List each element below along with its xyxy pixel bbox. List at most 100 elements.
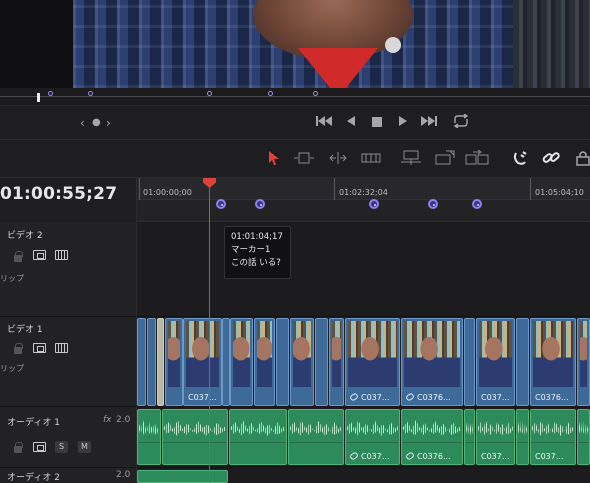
replace-clip-icon[interactable] — [465, 149, 489, 166]
channel-label: 2.0 — [116, 470, 131, 480]
overwrite-clip-icon[interactable] — [434, 150, 456, 166]
video-clip[interactable] — [577, 318, 590, 406]
play-reverse-icon[interactable] — [346, 115, 356, 130]
audio-clip[interactable]: C0376... — [401, 409, 463, 465]
jog-playhead[interactable] — [37, 93, 40, 102]
track-name[interactable]: ビデオ 2 — [7, 228, 43, 241]
track-header-video-2: ビデオ 2 リップ — [0, 222, 137, 317]
ruler-tick — [530, 178, 531, 200]
dynamic-trim-icon[interactable] — [328, 150, 348, 166]
trim-tool-icon[interactable] — [293, 150, 315, 166]
viewer-bookshelf — [513, 0, 590, 88]
video-clip[interactable] — [329, 318, 344, 406]
video-clip[interactable] — [516, 318, 529, 406]
viewer-frame — [73, 0, 513, 88]
audio-clip[interactable] — [516, 409, 529, 465]
position-lock-icon[interactable] — [576, 150, 590, 166]
jog-marker[interactable] — [48, 91, 53, 96]
marker-lane — [137, 200, 590, 222]
ruler-tick-label: 01:02:32;04 — [339, 188, 388, 197]
jog-right-icon[interactable]: › — [106, 116, 111, 130]
track-header-audio-2: オーディオ 2 2.0 — [0, 468, 137, 483]
clip-count-label: リップ — [0, 364, 24, 373]
video-clip[interactable] — [315, 318, 328, 406]
jog-left-icon[interactable]: ‹ — [80, 116, 85, 130]
play-icon[interactable] — [398, 115, 408, 130]
timeline-marker[interactable] — [255, 199, 265, 209]
ruler-tick-label: 01:05:04;10 — [535, 188, 584, 197]
audio-clip[interactable] — [464, 409, 475, 465]
track-name[interactable]: オーディオ 2 — [7, 470, 60, 483]
audio-clip[interactable]: C037... — [476, 409, 515, 465]
lock-icon[interactable] — [14, 343, 23, 354]
viewer-tshirt — [298, 48, 378, 88]
video-clip[interactable]: C037... — [345, 318, 400, 406]
video-clip[interactable] — [290, 318, 314, 406]
snapping-icon[interactable] — [512, 150, 528, 166]
track-area-video-2[interactable] — [137, 222, 590, 317]
video-clip[interactable] — [137, 318, 146, 406]
track-header-audio-1: オーディオ 1 fx 2.0 S M — [0, 407, 137, 468]
jog-marker[interactable] — [313, 91, 318, 96]
stop-icon[interactable] — [372, 116, 382, 130]
clip-count-label: リップ — [0, 274, 24, 283]
video-clip[interactable] — [147, 318, 156, 406]
fx-label[interactable]: fx — [103, 415, 112, 425]
viewer-shirt-button — [385, 37, 401, 53]
marker-tooltip: 01:01:04;17 マーカー1 この話 いる? — [224, 226, 291, 279]
ruler-tick — [334, 178, 335, 200]
video-clip[interactable] — [222, 318, 230, 406]
jog-center-icon[interactable]: ● — [92, 116, 101, 130]
linked-selection-icon[interactable] — [542, 150, 560, 166]
audio-clip[interactable]: C037... — [530, 409, 576, 465]
video-clip[interactable]: C0376... — [401, 318, 463, 406]
video-clip[interactable] — [230, 318, 253, 406]
solo-button[interactable]: S — [55, 441, 68, 453]
audio-clip[interactable]: C037... — [345, 409, 400, 465]
mute-button[interactable]: M — [78, 441, 91, 453]
track-header-video-1: ビデオ 1 リップ — [0, 317, 137, 407]
video-clip[interactable]: C0376... — [530, 318, 576, 406]
audio-clip[interactable] — [162, 409, 228, 465]
track-name[interactable]: オーディオ 1 — [7, 415, 60, 428]
marker-name: マーカー1 — [231, 245, 271, 255]
loop-icon[interactable] — [452, 113, 470, 131]
timeline-marker[interactable] — [216, 199, 226, 209]
video-clip[interactable] — [276, 318, 289, 406]
track-enable-icon[interactable] — [55, 250, 68, 260]
audio-clip[interactable] — [137, 409, 161, 465]
audio-clip[interactable] — [137, 470, 228, 483]
timecode-display[interactable]: 01:00:55;27 — [0, 184, 117, 204]
jog-marker[interactable] — [268, 91, 273, 96]
auto-select-icon[interactable] — [33, 343, 46, 353]
video-clip[interactable] — [254, 318, 275, 406]
timeline-marker[interactable] — [369, 199, 379, 209]
audio-clip[interactable] — [288, 409, 344, 465]
blade-tool-icon[interactable] — [361, 150, 381, 166]
track-enable-icon[interactable] — [55, 343, 68, 353]
audio-clip[interactable] — [577, 409, 590, 465]
selection-tool-icon[interactable] — [268, 150, 280, 166]
video-clip[interactable]: C037... — [183, 318, 222, 406]
lock-icon[interactable] — [14, 251, 23, 262]
video-clip[interactable] — [157, 318, 164, 406]
jog-marker[interactable] — [88, 91, 93, 96]
marker-note: この話 いる? — [231, 258, 281, 268]
go-to-end-icon[interactable] — [421, 115, 437, 130]
go-to-start-icon[interactable] — [316, 115, 332, 130]
video-clip[interactable]: C037... — [476, 318, 515, 406]
timeline-marker[interactable] — [472, 199, 482, 209]
timeline-marker[interactable] — [428, 199, 438, 209]
jog-marker[interactable] — [207, 91, 212, 96]
transport-controls: ‹ ● › — [0, 106, 590, 140]
video-clip[interactable] — [464, 318, 475, 406]
auto-select-icon[interactable] — [33, 442, 46, 452]
auto-select-icon[interactable] — [33, 250, 46, 260]
video-clip[interactable] — [165, 318, 183, 406]
track-name[interactable]: ビデオ 1 — [7, 322, 43, 335]
audio-clip[interactable] — [229, 409, 287, 465]
edit-toolbar — [0, 140, 590, 178]
viewer — [0, 0, 590, 88]
insert-clip-icon[interactable] — [400, 150, 422, 166]
lock-icon[interactable] — [14, 442, 23, 453]
